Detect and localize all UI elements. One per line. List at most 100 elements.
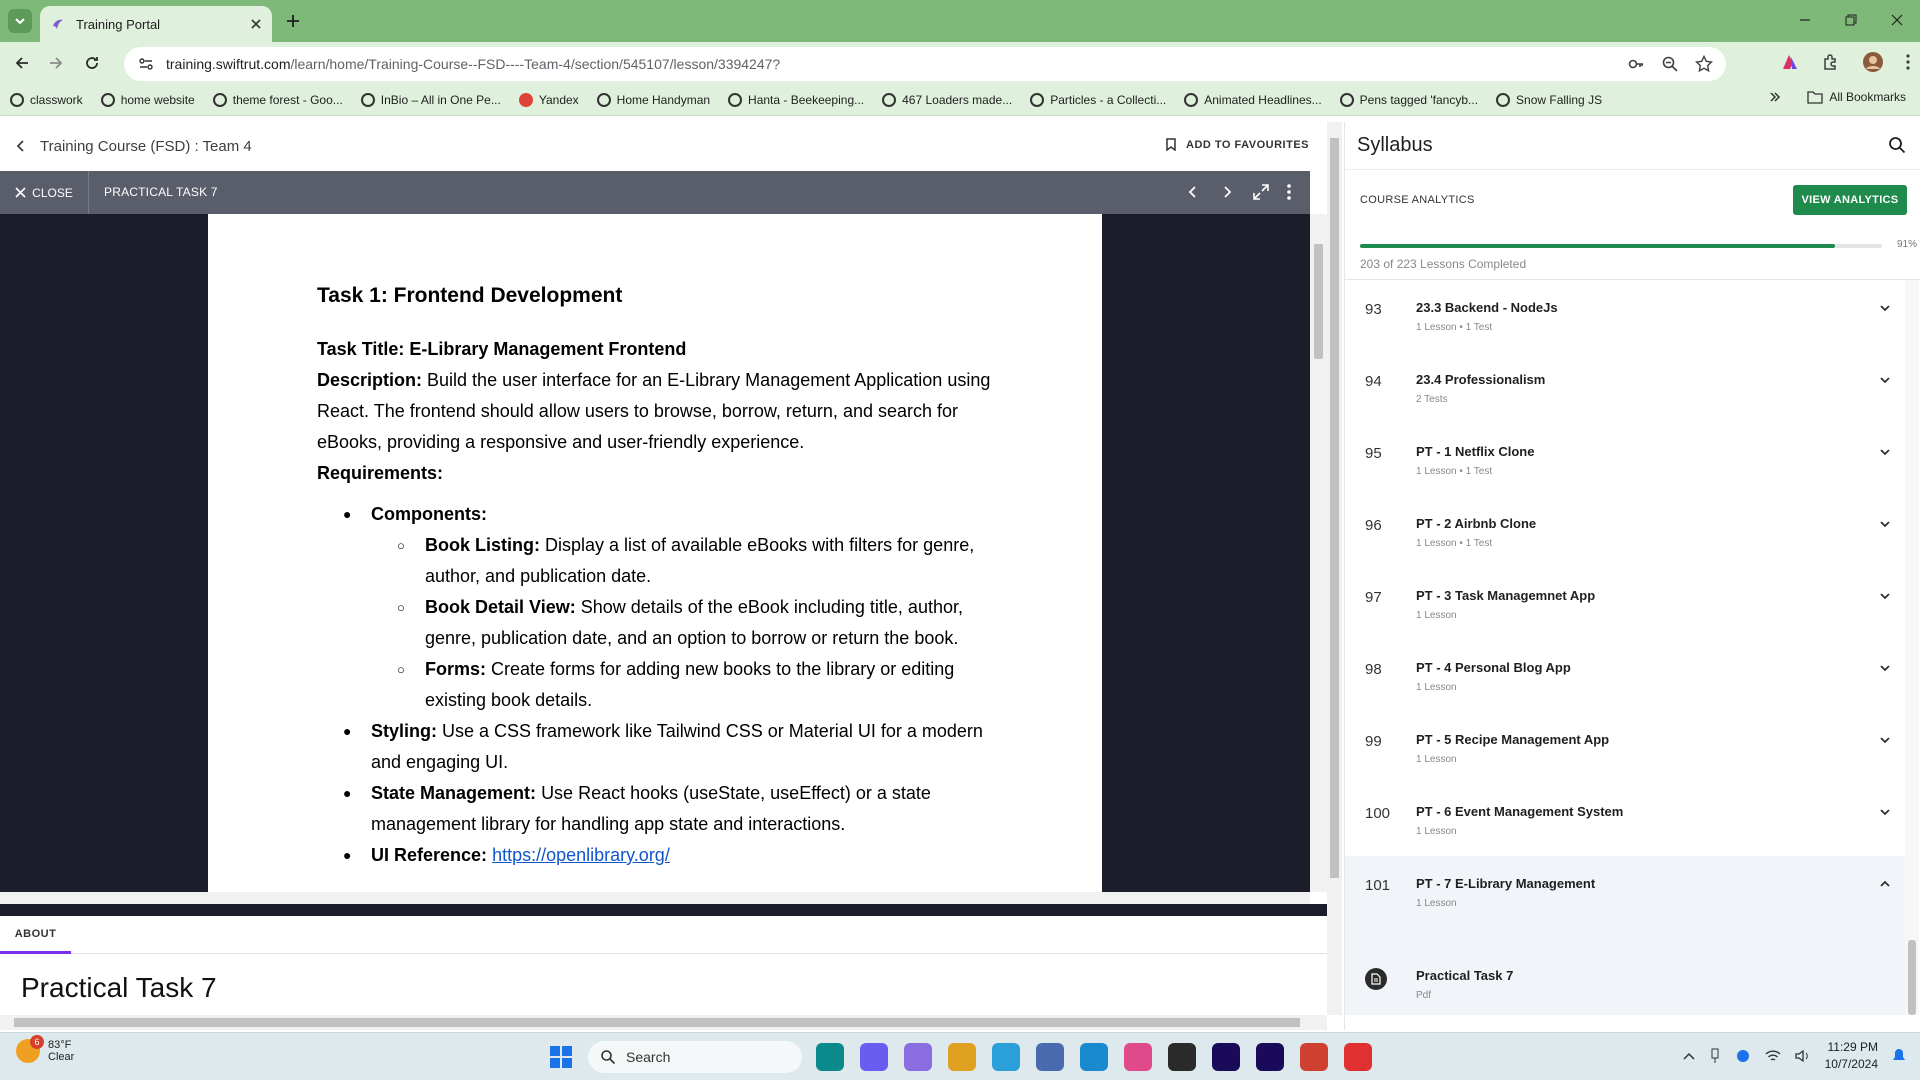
back-button[interactable]: [10, 51, 34, 75]
calculator-app-icon[interactable]: [1036, 1043, 1064, 1071]
section-row[interactable]: 94 23.4 Professionalism 2 Tests: [1345, 352, 1905, 424]
bookmark-item[interactable]: theme forest - Goo...: [212, 92, 343, 107]
forward-button[interactable]: [44, 51, 68, 75]
music-app-icon[interactable]: [1124, 1043, 1152, 1071]
weather-widget[interactable]: 6 83°F Clear: [16, 1035, 74, 1063]
new-tab-button[interactable]: [282, 10, 304, 32]
browser-menu-icon[interactable]: [1906, 54, 1910, 70]
syllabus-header: Syllabus: [1345, 122, 1920, 170]
profile-avatar[interactable]: [1862, 51, 1884, 73]
bookmark-star-icon[interactable]: [1694, 54, 1714, 74]
onedrive-icon[interactable]: [1735, 1049, 1751, 1063]
task-title-line: Task Title: E-Library Management Fronten…: [317, 339, 687, 359]
bookmark-item[interactable]: classwork: [10, 92, 83, 107]
pdf-viewer[interactable]: Task 1: Frontend Development Task Title:…: [0, 214, 1310, 892]
reload-button[interactable]: [80, 51, 104, 75]
edge-app-icon[interactable]: [816, 1043, 844, 1071]
restore-button[interactable]: [1828, 0, 1874, 40]
tab-training-portal[interactable]: Training Portal: [40, 6, 272, 42]
section-row[interactable]: 95 PT - 1 Netflix Clone 1 Lesson • 1 Test: [1345, 424, 1905, 496]
bookmark-item[interactable]: Pens tagged 'fancyb...: [1339, 92, 1478, 107]
after-effects-app-icon[interactable]: [1256, 1043, 1284, 1071]
wifi-icon[interactable]: [1765, 1049, 1781, 1063]
bookmark-icon: [1166, 138, 1176, 151]
chrome-app-icon[interactable]: [948, 1043, 976, 1071]
pdf-horizontal-scrollbar[interactable]: [0, 892, 1310, 904]
close-window-button[interactable]: [1874, 0, 1920, 40]
all-bookmarks-button[interactable]: All Bookmarks: [1807, 90, 1906, 104]
more-options-icon[interactable]: [1286, 183, 1292, 201]
section-row[interactable]: 97 PT - 3 Task Managemnet App 1 Lesson: [1345, 568, 1905, 640]
telegram-app-icon[interactable]: [992, 1043, 1020, 1071]
anydesk-app-icon[interactable]: [1344, 1043, 1372, 1071]
usb-icon[interactable]: [1709, 1048, 1721, 1064]
back-chevron-icon[interactable]: [16, 140, 26, 152]
section-row[interactable]: 98 PT - 4 Personal Blog App 1 Lesson: [1345, 640, 1905, 712]
extensions-puzzle-icon[interactable]: [1822, 53, 1840, 71]
extension-icon[interactable]: [1780, 52, 1800, 72]
volume-icon[interactable]: [1794, 1049, 1811, 1063]
chevron-down-icon: [1879, 374, 1891, 386]
notification-bell-icon[interactable]: [1892, 1048, 1906, 1064]
section-row[interactable]: 96 PT - 2 Airbnb Clone 1 Lesson • 1 Test: [1345, 496, 1905, 568]
analytics-label: COURSE ANALYTICS: [1360, 194, 1475, 206]
pdf-vertical-scrollbar[interactable]: [1310, 214, 1327, 892]
zoom-icon[interactable]: [1660, 54, 1680, 74]
minimize-button[interactable]: [1782, 0, 1828, 40]
app-icon[interactable]: [904, 1043, 932, 1071]
bookmark-item[interactable]: Animated Headlines...: [1184, 92, 1322, 107]
windows-taskbar: 6 83°F Clear Search 11:29 PM 10/7/2024: [0, 1032, 1920, 1080]
horizontal-scrollbar[interactable]: [0, 1015, 1327, 1030]
clock[interactable]: 11:29 PM 10/7/2024: [1825, 1039, 1878, 1073]
progress-label: 203 of 223 Lessons Completed: [1360, 257, 1527, 271]
globe-icon: [596, 92, 611, 107]
search-icon[interactable]: [1888, 136, 1906, 154]
bookmark-item[interactable]: Snow Falling JS: [1496, 92, 1602, 107]
url-host: training.swiftrut.com: [166, 56, 291, 72]
ui-reference-link[interactable]: https://openlibrary.org/: [492, 845, 670, 865]
section-row[interactable]: 93 23.3 Backend - NodeJs 1 Lesson • 1 Test: [1345, 280, 1905, 352]
section-row-active[interactable]: 101 PT - 7 E-Library Management 1 Lesson: [1345, 856, 1905, 928]
address-bar[interactable]: training.swiftrut.com/learn/home/Trainin…: [124, 47, 1726, 81]
bookmark-item[interactable]: Home Handyman: [596, 92, 710, 107]
content-vertical-scrollbar[interactable]: [1327, 122, 1342, 1015]
password-key-icon[interactable]: [1626, 54, 1646, 74]
lesson-item-active[interactable]: Practical Task 7 Pdf: [1345, 928, 1905, 1015]
globe-icon: [882, 92, 897, 107]
more-bookmarks-icon[interactable]: [1769, 91, 1781, 103]
previous-lesson-icon[interactable]: [1184, 183, 1202, 201]
view-analytics-button[interactable]: VIEW ANALYTICS: [1793, 185, 1907, 215]
fullscreen-icon[interactable]: [1252, 183, 1270, 201]
bookmark-item[interactable]: Yandex: [518, 92, 579, 107]
bookmark-item[interactable]: 467 Loaders made...: [882, 92, 1012, 107]
davinci-app-icon[interactable]: [1168, 1043, 1196, 1071]
bookmark-item[interactable]: Particles - a Collecti...: [1030, 92, 1166, 107]
chevron-down-icon: [1879, 806, 1891, 818]
chrome-active-app-icon[interactable]: [1300, 1043, 1328, 1071]
taskbar-search[interactable]: Search: [588, 1041, 802, 1073]
monitor-app-icon[interactable]: [1080, 1043, 1108, 1071]
bookmark-item[interactable]: InBio – All in One Pe...: [360, 92, 501, 107]
tab-about[interactable]: ABOUT: [0, 916, 71, 954]
bookmark-item[interactable]: home website: [100, 92, 195, 107]
tray-overflow-icon[interactable]: [1683, 1051, 1695, 1061]
bookmark-item[interactable]: Hanta - Beekeeping...: [728, 92, 864, 107]
close-viewer-button[interactable]: CLOSE: [0, 171, 89, 214]
section-row[interactable]: 99 PT - 5 Recipe Management App 1 Lesson: [1345, 712, 1905, 784]
course-analytics: COURSE ANALYTICS VIEW ANALYTICS 91% 203 …: [1345, 170, 1920, 280]
premiere-app-icon[interactable]: [1212, 1043, 1240, 1071]
course-title[interactable]: Training Course (FSD) : Team 4: [40, 138, 252, 155]
add-to-favourites-button[interactable]: ADD TO FAVOURITES: [1166, 138, 1309, 151]
requirements-label: Requirements:: [317, 463, 444, 483]
lesson-title: Practical Task 7: [21, 972, 217, 1003]
start-button[interactable]: [549, 1045, 573, 1069]
copilot-app-icon[interactable]: [860, 1043, 888, 1071]
section-row[interactable]: 100 PT - 6 Event Management System 1 Lesso…: [1345, 784, 1905, 856]
chevron-up-icon: [1879, 878, 1891, 890]
close-tab-icon[interactable]: [250, 18, 262, 30]
system-tray: 11:29 PM 10/7/2024: [1683, 1039, 1906, 1073]
next-lesson-icon[interactable]: [1218, 183, 1236, 201]
syllabus-scrollbar[interactable]: [1905, 280, 1919, 1015]
site-info-icon[interactable]: [138, 56, 154, 72]
tab-search-button[interactable]: [8, 9, 32, 33]
